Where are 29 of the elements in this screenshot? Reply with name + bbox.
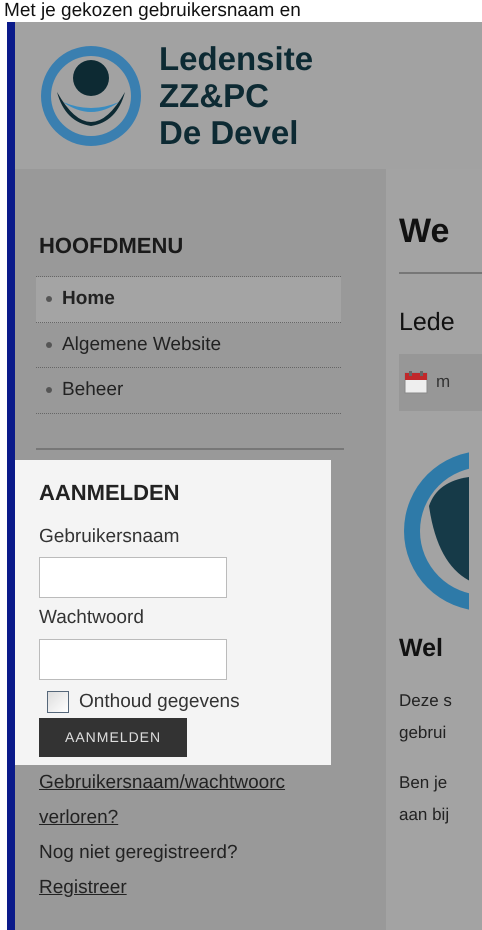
remember-label: Onthoud gegevens bbox=[79, 690, 240, 714]
paragraph-line: Ben je bbox=[399, 772, 448, 794]
site-title: De Devel bbox=[159, 114, 300, 151]
login-heading: AANMELDEN bbox=[39, 478, 181, 506]
menu-heading: HOOFDMENU bbox=[39, 232, 184, 260]
paragraph-line: gebrui bbox=[399, 722, 448, 744]
menu-item[interactable]: Algemene Website bbox=[36, 322, 341, 368]
site-title: ZZ&PC bbox=[159, 77, 270, 114]
date-text: m bbox=[436, 371, 450, 394]
paragraph-line: aan bij bbox=[399, 804, 450, 826]
link[interactable]: verloren? bbox=[39, 800, 386, 835]
password-field[interactable] bbox=[39, 638, 227, 680]
caption-text: Met je gekozen gebruikersnaam en bbox=[3, 0, 302, 22]
remember-checkbox[interactable] bbox=[47, 690, 69, 713]
login-button[interactable]: AANMELDEN bbox=[39, 718, 188, 757]
menu-item[interactable]: Beheer bbox=[36, 368, 341, 414]
site-title: Ledensite bbox=[159, 40, 314, 77]
calendar-icon bbox=[404, 370, 428, 394]
paragraph-line: Deze s bbox=[399, 690, 453, 712]
username-label: Gebruikersnaam bbox=[39, 524, 180, 548]
article-title: Lede bbox=[399, 307, 456, 338]
link[interactable]: Gebruikersnaam/wachtwoorc bbox=[39, 765, 386, 800]
password-label: Wachtwoord bbox=[39, 606, 145, 630]
register-prompt: Nog niet geregistreerd? bbox=[39, 841, 239, 865]
username-field[interactable] bbox=[39, 557, 227, 598]
section-heading: Wel bbox=[399, 632, 444, 664]
page-heading: We bbox=[399, 214, 450, 248]
menu-item[interactable]: Home bbox=[36, 277, 341, 322]
link[interactable]: Registreer bbox=[39, 870, 386, 905]
